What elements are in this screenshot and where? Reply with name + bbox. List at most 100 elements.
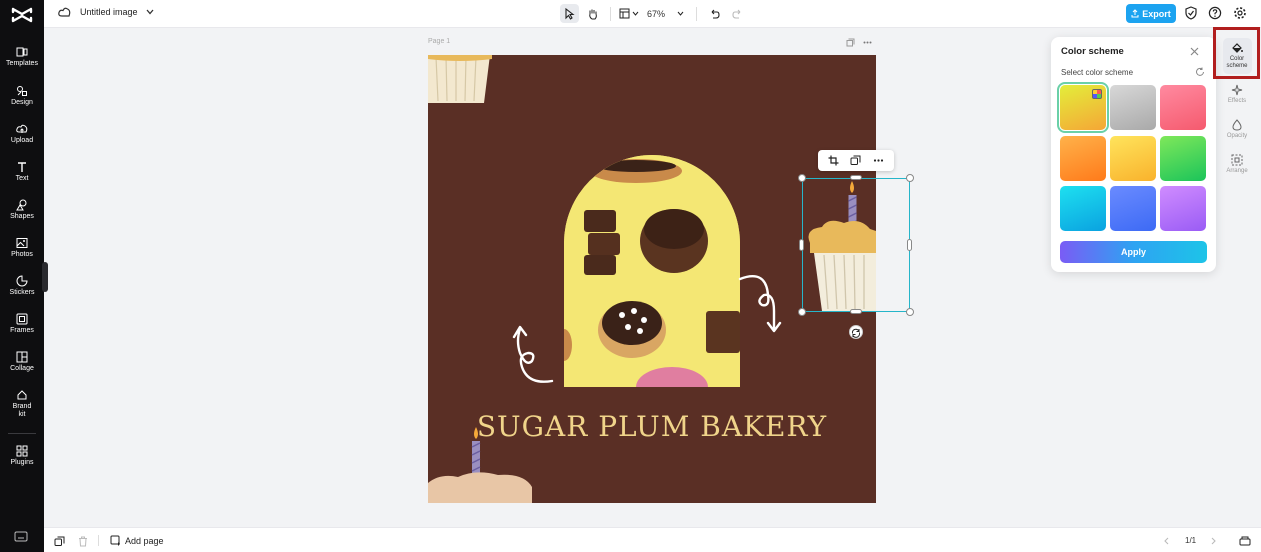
- photos-icon: [16, 238, 28, 248]
- document-title[interactable]: Untitled image: [80, 7, 138, 17]
- rotate-handle[interactable]: [849, 325, 863, 339]
- toolbar-divider: [696, 6, 698, 21]
- document-title-area[interactable]: Untitled image: [58, 6, 154, 18]
- sidebar-item-photos[interactable]: Photos: [0, 237, 44, 259]
- cupcake-sticker-top-left[interactable]: [428, 55, 492, 107]
- prop-item-label: Opacity: [1226, 133, 1248, 139]
- expand-pages-icon[interactable]: [1239, 535, 1251, 546]
- curly-arrow-right-doodle[interactable]: [738, 271, 784, 335]
- color-swatch-gray[interactable]: [1110, 85, 1156, 130]
- sidebar-item-text[interactable]: Text: [0, 161, 44, 183]
- pastries-illustration: [564, 155, 740, 387]
- sidebar-item-design[interactable]: Design: [0, 85, 44, 107]
- keyboard-icon[interactable]: [14, 531, 28, 542]
- prop-item-effects[interactable]: Effects: [1218, 84, 1256, 105]
- color-swatch-purple[interactable]: [1160, 186, 1206, 231]
- layout-dropdown-button[interactable]: [619, 4, 639, 23]
- more-options-icon[interactable]: [873, 155, 884, 166]
- sidebar-collapse-handle[interactable]: [42, 262, 48, 292]
- resize-handle-bottom-left[interactable]: [798, 308, 806, 316]
- prop-item-opacity[interactable]: Opacity: [1218, 119, 1256, 140]
- cloud-icon: [58, 7, 71, 17]
- sidebar-item-templates[interactable]: Templates: [0, 46, 44, 68]
- select-tool-button[interactable]: [560, 4, 579, 23]
- crop-icon[interactable]: [828, 155, 839, 166]
- color-swatch-yellow-orange[interactable]: [1057, 82, 1109, 133]
- sidebar-item-label: Brand kit: [12, 403, 32, 418]
- templates-icon: [16, 47, 28, 57]
- sidebar-item-brand-kit[interactable]: Brand kit: [0, 389, 44, 419]
- export-icon: [1131, 9, 1139, 18]
- color-swatch-yellow[interactable]: [1110, 136, 1156, 181]
- selection-box: [802, 178, 910, 312]
- sidebar-item-collage[interactable]: Collage: [0, 351, 44, 373]
- pointer-icon: [565, 7, 575, 20]
- chevron-down-icon[interactable]: [146, 9, 154, 15]
- panel-title: Color scheme: [1061, 46, 1124, 57]
- export-button[interactable]: Export: [1126, 4, 1176, 23]
- bottom-divider: [98, 535, 99, 546]
- sidebar-item-frames[interactable]: Frames: [0, 313, 44, 335]
- apply-button[interactable]: Apply: [1060, 241, 1207, 263]
- more-icon[interactable]: [863, 38, 872, 47]
- sidebar-item-upload[interactable]: Upload: [0, 123, 44, 145]
- palette-badge-icon: [1092, 89, 1102, 99]
- resize-handle-top[interactable]: [850, 175, 862, 180]
- curly-arrow-left-doodle[interactable]: [510, 323, 556, 385]
- color-swatch-cyan[interactable]: [1060, 186, 1106, 231]
- reset-icon[interactable]: [1195, 67, 1205, 77]
- sidebar-item-shapes[interactable]: Shapes: [0, 199, 44, 221]
- shield-icon[interactable]: [1184, 6, 1198, 20]
- next-page-icon[interactable]: [1210, 537, 1217, 545]
- redo-button[interactable]: [728, 4, 747, 23]
- close-icon[interactable]: [1189, 46, 1200, 57]
- color-swatch-blue[interactable]: [1110, 186, 1156, 231]
- sidebar-item-stickers[interactable]: Stickers: [0, 275, 44, 297]
- add-page-label: Add page: [125, 535, 164, 546]
- opacity-icon: [1232, 119, 1242, 131]
- trash-icon[interactable]: [78, 536, 88, 547]
- zoom-dropdown[interactable]: 67%: [643, 4, 688, 23]
- frames-icon: [16, 313, 28, 325]
- sidebar-divider: [8, 433, 36, 434]
- panel-subtitle: Select color scheme: [1061, 68, 1134, 77]
- duplicate-page-icon[interactable]: [846, 38, 855, 47]
- duplicate-icon[interactable]: [850, 155, 861, 166]
- redo-icon: [732, 9, 741, 19]
- resize-handle-bottom[interactable]: [850, 309, 862, 314]
- sidebar-item-plugins[interactable]: Plugins: [0, 445, 44, 467]
- layers-icon[interactable]: [54, 536, 65, 547]
- add-page-icon: [110, 535, 120, 546]
- settings-gear-icon[interactable]: [1233, 6, 1247, 20]
- sidebar-item-label: Frames: [10, 327, 34, 334]
- toolbar-divider: [610, 6, 611, 21]
- resize-handle-top-left[interactable]: [798, 174, 806, 182]
- color-swatch-orange[interactable]: [1060, 136, 1106, 181]
- prop-item-arrange[interactable]: Arrange: [1218, 154, 1256, 175]
- canvas-tools: 67%: [560, 4, 747, 23]
- export-label: Export: [1142, 8, 1171, 19]
- arrange-icon: [1231, 154, 1243, 166]
- effects-icon: [1231, 84, 1243, 96]
- sidebar-item-label: Shapes: [10, 213, 34, 220]
- bakery-title-text[interactable]: SUGAR PLUM BAKERY: [428, 410, 876, 443]
- hand-tool-button[interactable]: [583, 4, 602, 23]
- capcut-logo[interactable]: [11, 5, 33, 25]
- add-page-button[interactable]: Add page: [110, 535, 164, 546]
- resize-handle-right[interactable]: [907, 239, 912, 251]
- stickers-icon: [16, 275, 28, 287]
- layout-icon: [619, 8, 630, 19]
- undo-button[interactable]: [705, 4, 724, 23]
- prev-page-icon[interactable]: [1163, 537, 1170, 545]
- resize-handle-left[interactable]: [799, 239, 804, 251]
- sidebar-item-label: Photos: [11, 251, 33, 258]
- sidebar-item-label: Collage: [10, 365, 34, 372]
- resize-handle-top-right[interactable]: [906, 174, 914, 182]
- color-swatch-pink[interactable]: [1160, 85, 1206, 130]
- collage-icon: [16, 351, 28, 363]
- help-icon[interactable]: [1208, 6, 1222, 20]
- page-label: Page 1: [428, 38, 451, 45]
- resize-handle-bottom-right[interactable]: [906, 308, 914, 316]
- bakery-photo-arch[interactable]: [564, 155, 740, 387]
- color-swatch-green[interactable]: [1160, 136, 1206, 181]
